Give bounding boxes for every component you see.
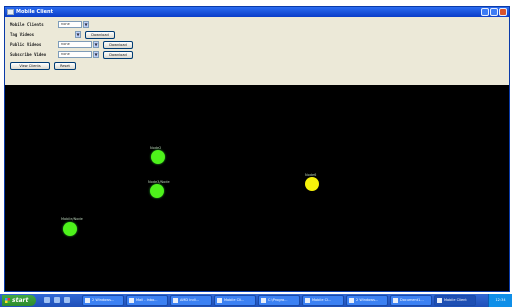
action-buttons-row: View Clients Reset — [10, 61, 76, 70]
public-videos-dropdown-arrow[interactable]: ▼ — [93, 41, 99, 48]
window-icon — [85, 298, 90, 303]
public-videos-row: Public Videos none ▼ Download — [10, 40, 133, 49]
maximize-button[interactable] — [490, 8, 498, 16]
taskbar-item-label: 2 Windows... — [92, 298, 115, 302]
taskbar-item[interactable]: Mobile Cli... — [214, 295, 256, 306]
taskbar-item[interactable]: AMD Indi... — [170, 295, 212, 306]
taskbar-item[interactable]: Mail - Inbo... — [126, 295, 168, 306]
quick-launch-icon[interactable] — [64, 297, 70, 303]
mobile-clients-dropdown-arrow[interactable]: ▼ — [83, 21, 89, 28]
green-node[interactable] — [63, 222, 77, 236]
yellow-node[interactable] — [305, 177, 319, 191]
mobile-clients-row: Mobile Clients none ▼ — [10, 20, 89, 29]
window-icon — [217, 298, 222, 303]
green-node[interactable] — [150, 184, 164, 198]
start-button[interactable]: start — [2, 295, 36, 306]
taskbar-item[interactable]: Document1... — [390, 295, 432, 306]
taskbar-item-label: Mail - Inbo... — [136, 298, 158, 302]
mobile-client-window: Mobile Client Mobile Clients none ▼ Tag … — [4, 6, 510, 292]
subscribe-videos-dropdown-arrow[interactable]: ▼ — [93, 51, 99, 58]
taskbar-item-label: 2 Windows... — [356, 298, 379, 302]
window-icon — [437, 298, 442, 303]
tag-videos-row: Tag Videos ▼ Download — [10, 30, 115, 39]
window-icon — [305, 298, 310, 303]
window-icon — [129, 298, 134, 303]
system-tray-clock[interactable]: 12:34 — [488, 294, 512, 307]
window-icon — [393, 298, 398, 303]
view-clients-button[interactable]: View Clients — [10, 61, 50, 70]
taskbar-item-label: Document1... — [400, 298, 424, 302]
taskbar-item[interactable]: 2 Windows... — [82, 295, 124, 306]
taskbar-item-label: Mobile Cli... — [224, 298, 245, 302]
tag-videos-label: Tag Videos — [10, 32, 35, 37]
network-canvas[interactable]: Node2 Node6 Node3/Node Mobile/Node — [5, 85, 509, 291]
taskbar-item[interactable]: 2 Windows... — [346, 295, 388, 306]
taskbar-item-label: C:\Progra... — [268, 298, 288, 302]
subscribe-videos-select[interactable]: none — [58, 51, 92, 58]
taskbar-item-label: Mobile Client — [444, 298, 467, 302]
mobile-clients-select[interactable]: none — [58, 21, 82, 28]
mobile-clients-label: Mobile Clients — [10, 22, 44, 27]
taskbar-item-label: AMD Indi... — [180, 298, 200, 302]
public-videos-select[interactable]: none — [58, 41, 92, 48]
quick-launch-icon[interactable] — [54, 297, 60, 303]
window-icon — [349, 298, 354, 303]
taskbar-item[interactable]: C:\Progra... — [258, 295, 300, 306]
tag-videos-download-button[interactable]: Download — [85, 30, 115, 39]
title-bar: Mobile Client — [5, 7, 509, 17]
close-button[interactable] — [499, 8, 507, 16]
taskbar-item-label: Mobile Cl... — [312, 298, 332, 302]
public-videos-download-button[interactable]: Download — [103, 40, 133, 49]
window-icon — [261, 298, 266, 303]
node-label: Mobile/Node — [61, 217, 83, 221]
reset-button[interactable]: Reset — [54, 61, 76, 70]
app-icon — [7, 9, 14, 15]
subscribe-videos-label: Subscribe Video — [10, 52, 47, 57]
minimize-button[interactable] — [481, 8, 489, 16]
tag-videos-dropdown-arrow[interactable]: ▼ — [75, 31, 81, 38]
green-node[interactable] — [151, 150, 165, 164]
window-icon — [173, 298, 178, 303]
windows-logo-icon — [5, 298, 10, 303]
quick-launch-icon[interactable] — [44, 297, 50, 303]
window-controls — [481, 8, 507, 16]
control-panel: Mobile Clients none ▼ Tag Videos ▼ Downl… — [5, 17, 509, 85]
window-title: Mobile Client — [16, 9, 53, 15]
taskbar-item-active[interactable]: Mobile Client — [434, 295, 476, 306]
subscribe-videos-row: Subscribe Video none ▼ Download — [10, 50, 133, 59]
public-videos-label: Public Videos — [10, 42, 42, 47]
taskbar: start 2 Windows... Mail - Inbo... AMD In… — [0, 294, 512, 307]
taskbar-item[interactable]: Mobile Cl... — [302, 295, 344, 306]
subscribe-videos-download-button[interactable]: Download — [103, 50, 133, 59]
start-label: start — [12, 297, 29, 304]
